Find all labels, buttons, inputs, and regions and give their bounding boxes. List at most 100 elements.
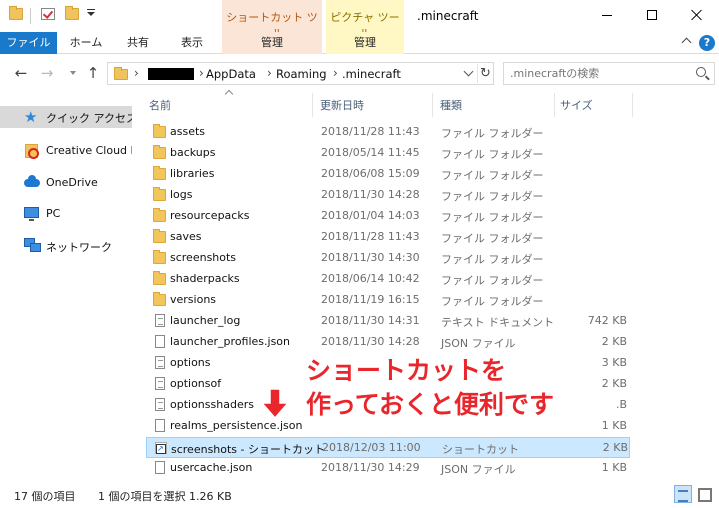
- nav-network[interactable]: ネットワーク: [0, 235, 132, 257]
- title-bar: ショートカット ツール ピクチャ ツール .minecraft: [0, 0, 719, 54]
- folder-icon: [153, 187, 166, 201]
- file-row[interactable]: launcher_profiles.json 2018/11/30 14:28 JS…: [146, 332, 630, 353]
- minimize-button[interactable]: [585, 0, 629, 30]
- tab-picture-manage[interactable]: 管理: [326, 32, 404, 54]
- file-date: 2018/11/30 14:30: [321, 251, 420, 264]
- breadcrumb-separator[interactable]: ›: [267, 66, 272, 80]
- file-type: ファイル フォルダー: [441, 211, 544, 224]
- folder-icon: [153, 229, 166, 243]
- search-box[interactable]: [503, 62, 715, 85]
- breadcrumb-separator[interactable]: ›: [199, 66, 204, 80]
- file-name: libraries: [170, 167, 215, 180]
- breadcrumb-separator[interactable]: ›: [134, 66, 139, 80]
- expand-ribbon-icon[interactable]: [681, 37, 692, 48]
- column-divider[interactable]: [632, 93, 633, 117]
- nav-creative-cloud[interactable]: Creative Cloud Files: [0, 140, 132, 162]
- maximize-icon: [647, 10, 657, 20]
- annotation-callout: ショートカットを 作っておくと便利です: [306, 354, 554, 422]
- back-icon[interactable]: ←: [12, 64, 30, 82]
- file-date: 2018/06/14 10:42: [321, 272, 420, 285]
- document-icon: [155, 335, 165, 348]
- recent-locations-icon[interactable]: [70, 71, 76, 75]
- file-name: optionsshaders: [170, 398, 254, 411]
- file-date: 2018/12/03 11:00: [322, 441, 421, 454]
- file-size: 3 KB: [601, 356, 627, 369]
- nav-item-label: Creative Cloud Files: [46, 144, 132, 157]
- file-type: ショートカット: [442, 443, 519, 456]
- address-row: ← → ↑ › › AppData › Roaming › .minecraft…: [0, 55, 719, 93]
- maximize-button[interactable]: [630, 0, 674, 30]
- file-type: ファイル フォルダー: [441, 274, 544, 287]
- address-dropdown-icon[interactable]: [463, 66, 474, 77]
- file-row[interactable]: usercache.json 2018/11/30 14:29 JSON ファイル 1…: [146, 458, 630, 479]
- folder-icon: [153, 208, 166, 222]
- document-icon: [155, 314, 165, 327]
- file-row[interactable]: resourcepacks 2018/01/04 14:03 ファイル フォルダー: [146, 206, 630, 227]
- file-date: 2018/11/19 16:15: [321, 293, 420, 306]
- breadcrumb-separator[interactable]: ›: [333, 66, 338, 80]
- forward-icon[interactable]: →: [38, 64, 56, 82]
- file-row[interactable]: versions 2018/11/19 16:15 ファイル フォルダー: [146, 290, 630, 311]
- file-row[interactable]: screenshots 2018/11/30 14:30 ファイル フォルダー: [146, 248, 630, 269]
- down-arrow-icon: [261, 389, 289, 419]
- file-row[interactable]: screenshots - ショートカット2018/12/03 11:00 ショー…: [146, 437, 630, 458]
- details-view-button[interactable]: [674, 485, 692, 503]
- properties-check-icon[interactable]: [41, 8, 55, 20]
- column-size[interactable]: サイズ: [560, 97, 593, 113]
- file-date: 2018/11/30 14:28: [321, 335, 420, 348]
- file-date: 2018/11/30 14:29: [321, 461, 420, 474]
- column-divider[interactable]: [432, 93, 433, 117]
- file-date: 2018/11/30 14:28: [321, 188, 420, 201]
- nav-pc[interactable]: PC: [0, 203, 132, 225]
- tab-file[interactable]: ファイル: [0, 32, 57, 54]
- file-row[interactable]: launcher_log 2018/11/30 14:31 テキスト ドキュメント 7…: [146, 311, 630, 332]
- file-row[interactable]: backups 2018/05/14 11:45 ファイル フォルダー: [146, 143, 630, 164]
- refresh-icon[interactable]: ↻: [477, 64, 493, 83]
- file-type: テキスト ドキュメント: [441, 316, 555, 329]
- nav-onedrive[interactable]: OneDrive: [0, 172, 132, 194]
- up-icon[interactable]: ↑: [84, 64, 102, 82]
- navigation-pane: ★ クイック アクセス Creative Cloud Files OneDriv…: [0, 93, 132, 480]
- column-name[interactable]: 名前: [149, 97, 171, 113]
- file-date: 2018/11/30 14:31: [321, 314, 420, 327]
- close-button[interactable]: [675, 0, 719, 30]
- breadcrumb-minecraft[interactable]: .minecraft: [342, 67, 401, 81]
- column-divider[interactable]: [554, 93, 555, 117]
- file-row[interactable]: shaderpacks 2018/06/14 10:42 ファイル フォルダー: [146, 269, 630, 290]
- search-input[interactable]: [510, 66, 690, 81]
- creative-cloud-icon: [25, 144, 39, 159]
- column-date[interactable]: 更新日時: [320, 97, 364, 113]
- pc-icon: [24, 207, 39, 221]
- tab-home[interactable]: ホーム: [62, 32, 110, 54]
- file-row[interactable]: logs 2018/11/30 14:28 ファイル フォルダー: [146, 185, 630, 206]
- item-count: 17 個の項目: [14, 490, 76, 503]
- address-bar[interactable]: › › AppData › Roaming › .minecraft ↻: [107, 62, 494, 85]
- breadcrumb-roaming[interactable]: Roaming: [276, 67, 327, 81]
- folder-icon: [153, 292, 166, 306]
- document-icon: [155, 398, 165, 411]
- onedrive-icon: [24, 175, 40, 187]
- file-row[interactable]: libraries 2018/06/08 15:09 ファイル フォルダー: [146, 164, 630, 185]
- help-icon[interactable]: ?: [699, 35, 715, 51]
- file-type: ファイル フォルダー: [441, 127, 544, 140]
- tab-share[interactable]: 共有: [116, 32, 160, 54]
- file-type: ファイル フォルダー: [441, 253, 544, 266]
- nav-pane-scrollbar[interactable]: [132, 93, 140, 480]
- column-type[interactable]: 種類: [440, 97, 462, 113]
- breadcrumb-appdata[interactable]: AppData: [206, 67, 256, 81]
- nav-quick-access[interactable]: ★ クイック アクセス: [0, 106, 132, 128]
- document-icon: [155, 356, 165, 369]
- file-name: logs: [170, 188, 193, 201]
- search-icon[interactable]: [696, 67, 706, 77]
- large-icons-view-button[interactable]: [695, 485, 713, 503]
- tab-view[interactable]: 表示: [168, 32, 216, 54]
- file-row[interactable]: saves 2018/11/28 11:43 ファイル フォルダー: [146, 227, 630, 248]
- file-row[interactable]: assets 2018/11/28 11:43 ファイル フォルダー: [146, 122, 630, 143]
- tab-shortcut-manage[interactable]: 管理: [222, 32, 322, 54]
- new-folder-icon[interactable]: [65, 6, 79, 20]
- column-divider[interactable]: [312, 93, 313, 117]
- customize-dropdown-icon[interactable]: [87, 12, 95, 16]
- address-folder-icon: [114, 67, 128, 80]
- file-name: usercache.json: [170, 461, 253, 474]
- file-size: 2 KB: [601, 335, 627, 348]
